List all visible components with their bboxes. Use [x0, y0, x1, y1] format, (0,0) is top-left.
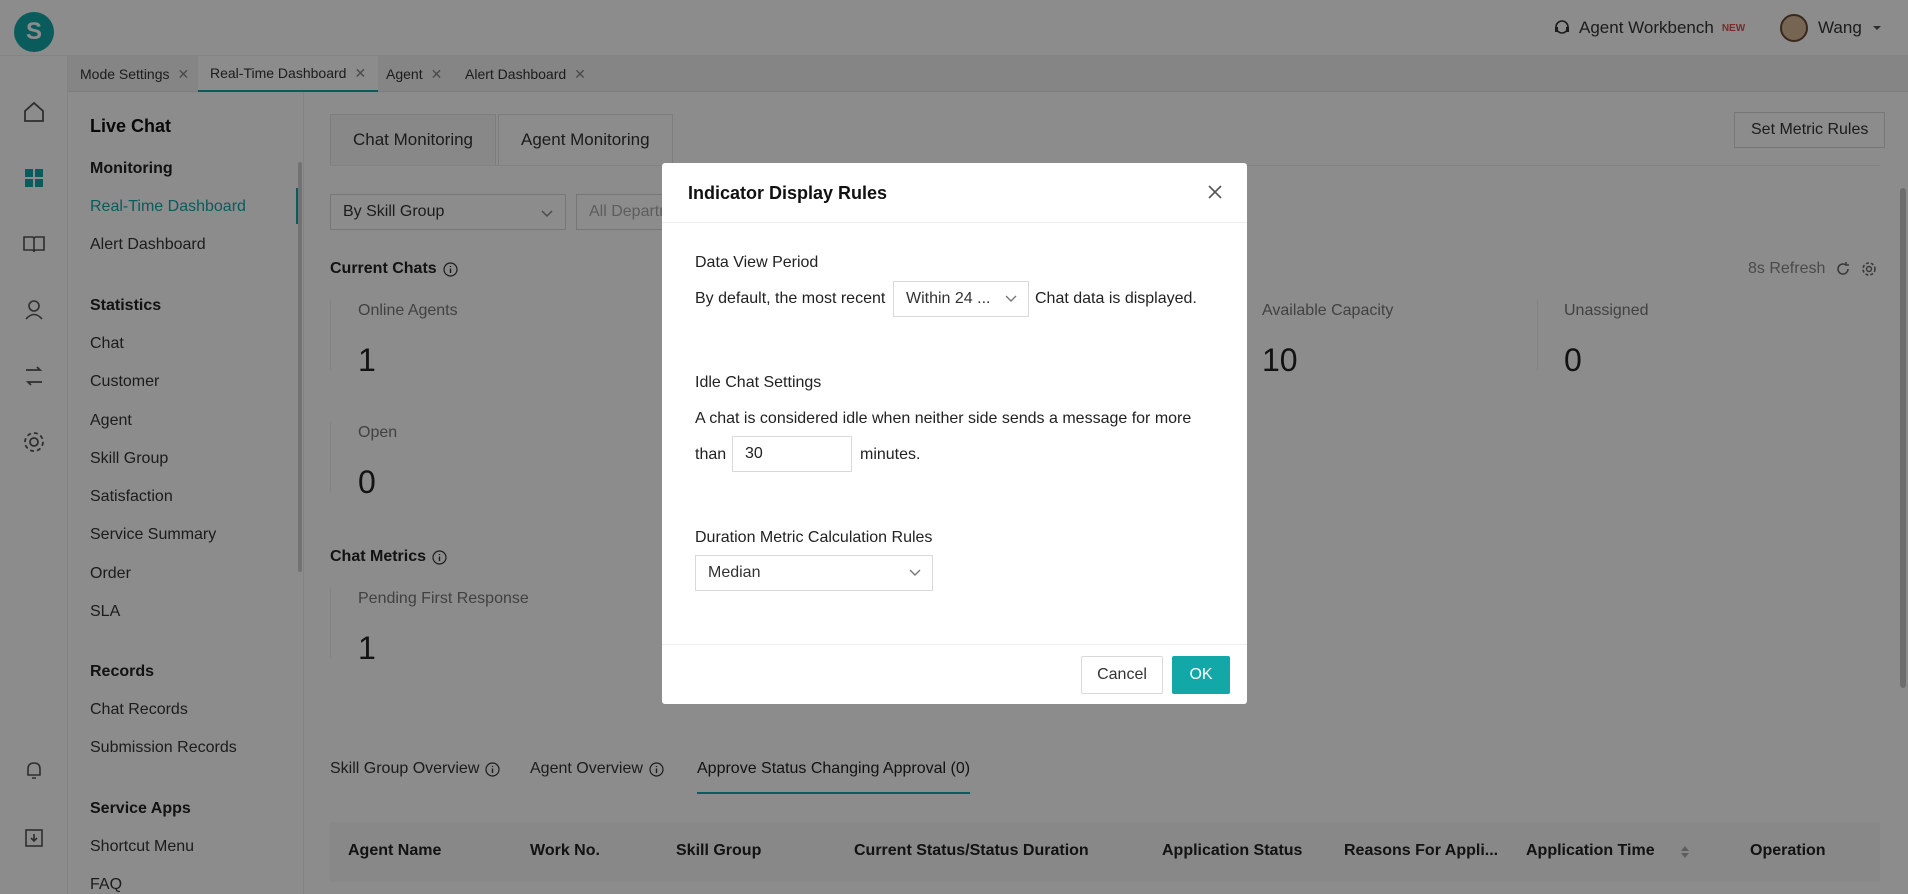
than-text: than [695, 446, 727, 463]
duration-rule-value: Median [708, 564, 761, 581]
dialog-footer-divider [662, 644, 1247, 645]
minutes-text: minutes. [860, 446, 921, 463]
chevron-down-icon [909, 569, 921, 576]
ok-button[interactable]: OK [1172, 656, 1230, 694]
duration-rule-select[interactable]: Median [695, 555, 933, 591]
data-view-period-label: Data View Period [695, 254, 819, 271]
indicator-display-rules-dialog: Indicator Display Rules Data View Period… [662, 163, 1247, 704]
idle-description: A chat is considered idle when neither s… [695, 410, 1192, 427]
idle-minutes-input[interactable] [732, 436, 852, 472]
dialog-title: Indicator Display Rules [688, 183, 888, 203]
by-default-text: By default, the most recent [695, 290, 886, 307]
period-value: Within 24 ... [906, 290, 991, 307]
idle-chat-settings-label: Idle Chat Settings [695, 374, 822, 391]
chat-data-text: Chat data is displayed. [1035, 290, 1197, 307]
dialog-header: Indicator Display Rules [662, 163, 1247, 223]
close-icon[interactable] [1202, 179, 1228, 205]
chevron-down-icon [1005, 295, 1017, 302]
cancel-button[interactable]: Cancel [1081, 656, 1163, 694]
data-view-period-select[interactable]: Within 24 ... [893, 281, 1029, 317]
duration-rules-label: Duration Metric Calculation Rules [695, 529, 933, 546]
